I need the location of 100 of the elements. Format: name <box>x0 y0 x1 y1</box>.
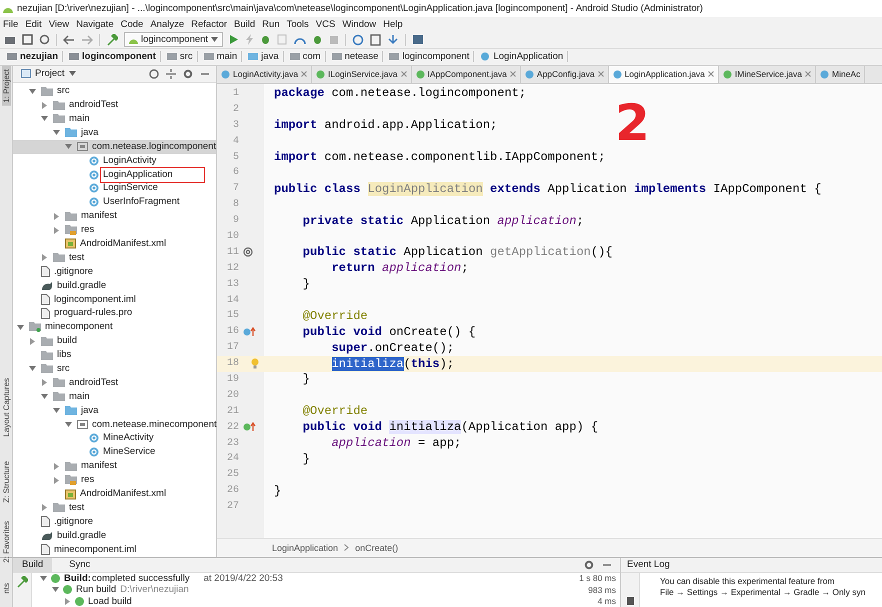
menu-item[interactable]: Code <box>120 18 144 30</box>
collapse-icon[interactable] <box>166 68 176 79</box>
hammer-icon[interactable] <box>106 34 118 46</box>
build-step[interactable]: Load build <box>88 596 132 607</box>
breadcrumb-item[interactable]: com <box>286 51 326 62</box>
tree-item[interactable]: main <box>68 112 91 125</box>
close-icon[interactable] <box>598 71 604 78</box>
build-step[interactable]: Run build <box>76 584 116 596</box>
tree-item[interactable]: build.gradle <box>56 280 108 292</box>
expanded-arrow-icon[interactable] <box>29 88 36 95</box>
collapsed-arrow-icon[interactable] <box>29 338 36 345</box>
tree-item[interactable]: java <box>80 404 100 417</box>
tree-item[interactable]: MineService <box>102 446 156 458</box>
download-icon[interactable] <box>387 34 400 46</box>
close-icon[interactable] <box>805 71 811 78</box>
expanded-arrow-icon[interactable] <box>53 407 60 414</box>
expanded-arrow-icon[interactable] <box>17 324 24 331</box>
tree-item[interactable]: build <box>56 335 78 348</box>
editor-tab[interactable]: IAppComponent.java <box>412 66 521 83</box>
editor-tab[interactable]: LoginActivity.java <box>217 66 312 83</box>
breadcrumb-item[interactable]: logincomponent <box>65 51 161 62</box>
close-icon[interactable] <box>301 71 308 78</box>
expanded-arrow-icon[interactable] <box>41 115 48 122</box>
tree-item[interactable]: logincomponent.iml <box>53 294 137 306</box>
collapsed-arrow-icon[interactable] <box>41 102 48 109</box>
editor-tab[interactable]: IMineService.java <box>718 66 816 83</box>
editor-tab[interactable]: MineAc <box>816 66 866 83</box>
expanded-arrow-icon[interactable] <box>53 129 60 136</box>
menu-item[interactable]: Tools <box>286 18 309 30</box>
breadcrumb-item[interactable]: java <box>244 51 284 62</box>
tree-item[interactable]: minecomponent.iml <box>53 544 138 556</box>
close-icon[interactable] <box>708 71 714 78</box>
tree-item[interactable]: res <box>80 474 96 486</box>
run-icon[interactable] <box>229 34 240 46</box>
expanded-arrow-icon[interactable] <box>29 365 36 372</box>
collapsed-arrow-icon[interactable] <box>41 379 48 386</box>
collapsed-arrow-icon[interactable] <box>41 254 48 262</box>
menu-item[interactable]: Edit <box>25 18 42 30</box>
tree-item[interactable]: UserInfoFragment <box>102 196 181 208</box>
editor-tab[interactable]: AppConfig.java <box>520 66 609 83</box>
tree-item[interactable]: AndroidManifest.xml <box>79 238 168 250</box>
tree-item[interactable]: .gitignore <box>53 516 94 528</box>
hammer-icon[interactable] <box>16 576 28 588</box>
tree-item[interactable]: java <box>80 126 100 139</box>
tree-item[interactable]: test <box>68 502 86 514</box>
forward-arrow-icon[interactable] <box>81 34 93 45</box>
breadcrumb-item[interactable]: logincomponent <box>385 51 474 62</box>
implement-gutter-icon[interactable] <box>243 422 256 432</box>
breadcrumb-item[interactable]: LoginApplication <box>272 542 338 553</box>
menu-item[interactable]: VCS <box>316 18 336 30</box>
menu-item[interactable]: Help <box>383 18 403 30</box>
breadcrumb-item[interactable]: src <box>162 51 198 62</box>
run-configuration-dropdown[interactable]: logincomponent <box>124 32 224 48</box>
tree-item[interactable]: LoginApplication <box>102 168 203 181</box>
trash-icon[interactable] <box>626 595 634 606</box>
tree-item[interactable]: manifest <box>80 460 118 472</box>
tree-item[interactable]: src <box>56 85 71 98</box>
override-gutter-icon[interactable] <box>243 326 256 337</box>
tree-item[interactable]: androidTest <box>68 99 120 112</box>
expanded-arrow-icon[interactable] <box>65 143 72 150</box>
breadcrumb-item[interactable]: netease <box>328 51 384 62</box>
tree-item[interactable]: .gitignore <box>53 266 94 278</box>
tree-item[interactable]: libs <box>56 349 72 362</box>
breadcrumb-item[interactable]: nezujian <box>3 51 64 62</box>
tree-item[interactable]: androidTest <box>68 376 120 389</box>
project-view-dropdown[interactable]: Project <box>21 68 76 80</box>
tree-item[interactable]: AndroidManifest.xml <box>79 488 168 500</box>
tree-item[interactable]: res <box>80 224 96 236</box>
collapsed-arrow-icon[interactable] <box>53 476 60 484</box>
editor-tab[interactable]: LoginApplication.java <box>608 66 719 83</box>
back-arrow-icon[interactable] <box>63 34 75 45</box>
tree-item[interactable]: manifest <box>80 210 118 222</box>
breadcrumb-item[interactable]: LoginApplication <box>476 51 568 62</box>
breadcrumb-item[interactable]: main <box>200 51 242 62</box>
menu-item[interactable]: Run <box>262 18 280 30</box>
menu-item[interactable]: File <box>3 18 18 30</box>
tree-item[interactable]: main <box>68 390 91 403</box>
tree-item[interactable]: proguard-rules.pro <box>53 307 134 320</box>
build-step[interactable]: Build: <box>64 572 91 584</box>
tool-tab[interactable]: Build <box>13 558 52 572</box>
menu-item[interactable]: Window <box>342 18 376 30</box>
tool-window-tab[interactable]: 2: Favorites <box>2 518 10 566</box>
tree-item[interactable]: LoginActivity <box>102 154 158 167</box>
event-log-title[interactable]: Event Log <box>621 558 882 573</box>
tool-window-tab[interactable]: 1: Project <box>2 66 10 106</box>
menu-item[interactable]: Analyze <box>150 18 184 30</box>
editor-tab[interactable]: ILoginService.java <box>312 66 412 83</box>
expanded-arrow-icon[interactable] <box>41 393 48 400</box>
menu-item[interactable]: Refactor <box>191 18 228 30</box>
menu-item[interactable]: View <box>48 18 70 30</box>
collapsed-arrow-icon[interactable] <box>41 504 48 512</box>
tree-item[interactable]: minecomponent <box>44 321 114 334</box>
tree-item[interactable]: build.gradle <box>56 530 108 542</box>
tree-item[interactable]: LoginService <box>102 182 159 194</box>
close-icon[interactable] <box>400 71 407 78</box>
collapsed-arrow-icon[interactable] <box>53 226 60 234</box>
tree-item[interactable]: com.netease.minecomponent <box>91 418 218 431</box>
breadcrumb-item[interactable]: onCreate() <box>355 542 398 553</box>
menu-item[interactable]: Build <box>234 18 256 30</box>
tree-item[interactable]: MineActivity <box>102 432 155 444</box>
